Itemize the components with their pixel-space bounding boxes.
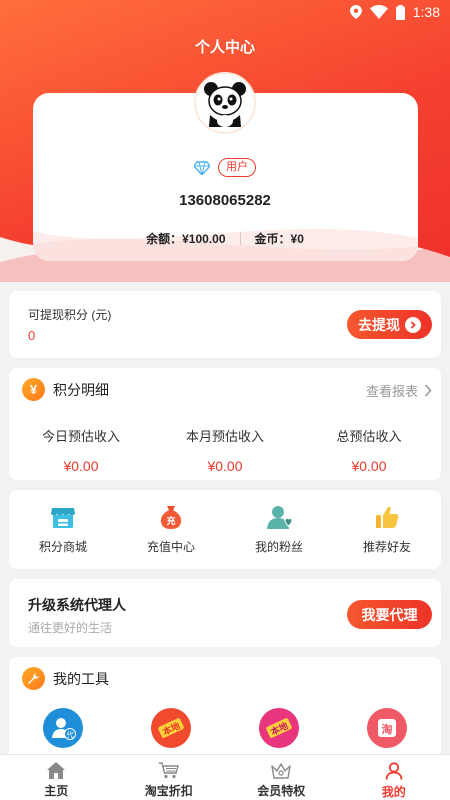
points-detail-panel: ¥ 积分明细 查看报表 今日预估收入 ¥0.00 本月预估收入 ¥0.00 总预… [9, 368, 441, 480]
location-icon [349, 5, 362, 19]
withdraw-value: 0 [28, 328, 36, 343]
balance-value: ¥100.00 [182, 231, 226, 246]
chevron-right-icon [405, 316, 421, 333]
balance-label: 余额： [146, 232, 183, 246]
tool-local-1[interactable]: 本地 [117, 708, 225, 748]
coins-label: 金币： [254, 232, 291, 246]
money-bag-icon: 充 [160, 506, 182, 529]
page-title: 个人中心 [194, 39, 255, 56]
wrench-icon [22, 667, 45, 690]
become-agent-label: 我要代理 [361, 606, 418, 623]
local-badge-icon: 本地 [151, 708, 191, 748]
taobao-icon: 淘 [367, 708, 407, 748]
agent-user-icon: 代 [43, 708, 83, 748]
avatar[interactable] [194, 72, 256, 134]
stat-label: 本月预估收入 [185, 429, 264, 444]
battery-icon [395, 4, 405, 20]
stat-label: 今日预估收入 [41, 429, 120, 444]
wifi-icon [369, 5, 388, 19]
agent-upgrade-panel: 升级系统代理人 通往更好的生活 我要代理 [9, 579, 441, 647]
balance-row: 余额： ¥100.00 金币： ¥0 [0, 230, 450, 247]
menu-label: 充值中心 [146, 540, 195, 554]
withdraw-panel: 可提现积分 (元) 0 去提现 [9, 291, 441, 358]
user-phone: 13608065282 [179, 192, 271, 209]
stat-month: 本月预估收入 ¥0.00 [153, 426, 297, 474]
menu-item-points-mall[interactable]: 积分商城 [9, 490, 117, 569]
tool-agent[interactable]: 代 [9, 708, 117, 748]
svg-text:淘: 淘 [382, 722, 393, 736]
points-title: 积分明细 [53, 381, 109, 398]
tool-taobao[interactable]: 淘 [333, 708, 441, 748]
status-time: 1:38 [412, 4, 440, 20]
stat-value: ¥0.00 [207, 458, 243, 474]
yuan-icon: ¥ [22, 378, 45, 401]
cart-icon [158, 762, 179, 779]
svg-text:充: 充 [166, 515, 175, 527]
stat-total: 总预估收入 ¥0.00 [297, 426, 441, 474]
feature-menu: 积分商城 充 充值中心 我的粉丝 推荐好友 [9, 490, 441, 569]
menu-label: 推荐好友 [362, 540, 411, 554]
agent-title: 升级系统代理人 [28, 597, 126, 613]
coins-value: ¥0 [290, 231, 304, 246]
withdraw-button-label: 去提现 [358, 316, 400, 333]
stat-value: ¥0.00 [63, 458, 99, 474]
tab-member-privileges[interactable]: 会员特权 [225, 755, 338, 800]
tab-home[interactable]: 主页 [0, 755, 113, 800]
view-report-link[interactable]: 查看报表 [366, 381, 432, 400]
menu-label: 积分商城 [38, 540, 87, 554]
my-tools-panel: 我的工具 代 本地 本地 淘 [9, 657, 441, 767]
user-badge-row: 用户 [0, 158, 450, 177]
tools-row: 代 本地 本地 淘 [9, 708, 441, 748]
withdraw-label: 可提现积分 (元) [28, 308, 112, 322]
local-badge-icon: 本地 [259, 708, 299, 748]
crown-icon [271, 763, 291, 779]
menu-item-recommend[interactable]: 推荐好友 [333, 490, 441, 569]
tab-taobao-discount[interactable]: 淘宝折扣 [113, 755, 226, 800]
tab-label: 会员特权 [257, 784, 306, 798]
points-header: ¥ 积分明细 [22, 378, 109, 401]
withdraw-button[interactable]: 去提现 [347, 310, 432, 339]
stat-today: 今日预估收入 ¥0.00 [9, 426, 153, 474]
tab-label: 主页 [44, 784, 69, 798]
bottom-tab-bar: 主页 淘宝折扣 会员特权 我的 [0, 754, 450, 800]
home-icon [47, 762, 66, 779]
thumbs-up-icon [376, 506, 399, 528]
svg-text:代: 代 [67, 730, 74, 739]
stat-value: ¥0.00 [351, 458, 387, 474]
tab-mine[interactable]: 我的 [338, 755, 450, 800]
income-stats: 今日预估收入 ¥0.00 本月预估收入 ¥0.00 总预估收入 ¥0.00 [9, 426, 441, 474]
tool-local-2[interactable]: 本地 [225, 708, 333, 748]
menu-item-recharge[interactable]: 充 充值中心 [117, 490, 225, 569]
tools-header: 我的工具 [22, 667, 109, 690]
menu-item-fans[interactable]: 我的粉丝 [225, 490, 333, 569]
panda-avatar-icon [197, 75, 253, 131]
person-icon [385, 762, 403, 780]
user-level-badge: 用户 [218, 158, 256, 177]
balance-divider [239, 232, 241, 245]
tools-title: 我的工具 [53, 670, 109, 687]
status-bar: 1:38 [0, 0, 450, 24]
tab-label: 我的 [381, 785, 406, 799]
stat-label: 总预估收入 [336, 429, 402, 444]
shop-icon [51, 508, 75, 528]
agent-subtitle: 通往更好的生活 [28, 621, 113, 635]
tab-label: 淘宝折扣 [144, 784, 193, 798]
chevron-right-icon [424, 384, 432, 397]
fans-icon [267, 506, 292, 529]
menu-label: 我的粉丝 [254, 540, 303, 554]
become-agent-button[interactable]: 我要代理 [347, 600, 432, 629]
view-report-label: 查看报表 [365, 384, 418, 399]
diamond-icon [194, 160, 210, 175]
